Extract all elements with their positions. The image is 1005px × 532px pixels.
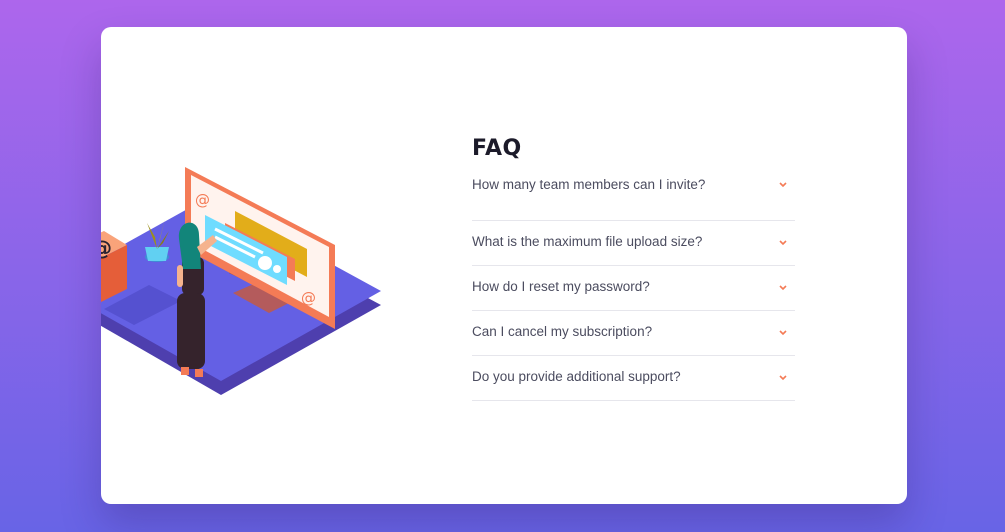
chevron-down-icon[interactable]: [777, 178, 789, 190]
faq-title: FAQ: [472, 136, 522, 161]
page-background: { "faq": { "title": "FAQ", "items": [ {"…: [0, 0, 1005, 532]
faq-section: FAQ How many team members can I invite? …: [472, 135, 795, 401]
faq-card: @ @ @ FAQ How many team members can I in…: [101, 27, 907, 504]
chevron-down-icon[interactable]: [777, 281, 789, 293]
svg-text:@: @: [101, 236, 112, 260]
faq-question: What is the maximum file upload size?: [472, 234, 703, 249]
svg-text:@: @: [301, 289, 316, 307]
faq-question: How many team members can I invite?: [472, 177, 706, 192]
faq-item[interactable]: Can I cancel my subscription?: [472, 311, 795, 356]
faq-question: How do I reset my password?: [472, 279, 650, 294]
faq-question: Can I cancel my subscription?: [472, 324, 653, 339]
illustration-woman-at-monitor: @ @ @: [101, 167, 381, 395]
faq-question: Do you provide additional support?: [472, 369, 681, 384]
chevron-down-icon[interactable]: [777, 371, 789, 383]
svg-text:@: @: [195, 191, 210, 209]
faq-item[interactable]: How many team members can I invite?: [472, 176, 795, 221]
chevron-down-icon[interactable]: [777, 236, 789, 248]
chevron-down-icon[interactable]: [777, 326, 789, 338]
faq-item[interactable]: Do you provide additional support?: [472, 356, 795, 401]
faq-item[interactable]: How do I reset my password?: [472, 266, 795, 311]
faq-item[interactable]: What is the maximum file upload size?: [472, 221, 795, 266]
